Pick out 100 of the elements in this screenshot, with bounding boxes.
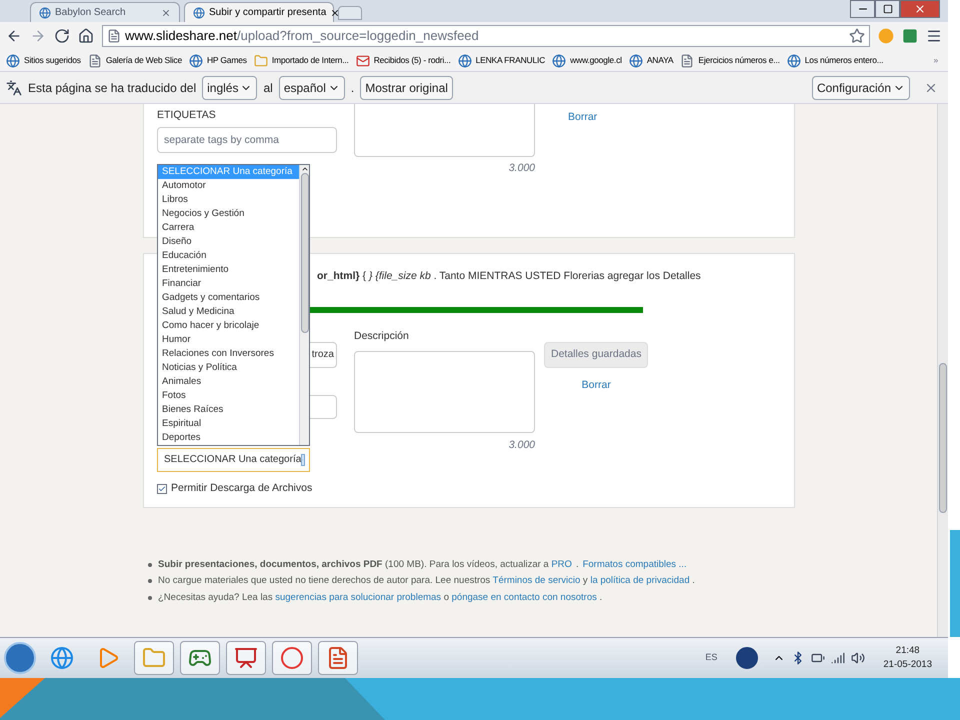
- bookmark[interactable]: HP Games: [188, 54, 247, 68]
- scrollbar-thumb[interactable]: [300, 173, 308, 333]
- close-button[interactable]: [900, 0, 940, 18]
- settings-button[interactable]: Configuración: [812, 76, 910, 100]
- reload-icon[interactable]: [54, 28, 70, 44]
- category-option[interactable]: Educación: [158, 249, 299, 263]
- category-option[interactable]: Animales: [158, 375, 299, 389]
- bullet-icon: [148, 579, 152, 584]
- tab-title: Babylon Search: [55, 6, 127, 20]
- info-text: ¿Necesitas ayuda? Lea las sugerencias para solucionar problemas o póngase en contacto con nosotros .: [158, 590, 602, 604]
- info-link[interactable]: Formatos compatibles ...: [582, 559, 687, 570]
- checkbox-label: Permitir Descarga de Archivos: [171, 480, 312, 496]
- category-option[interactable]: Libros: [158, 193, 299, 207]
- category-option[interactable]: Diseño: [158, 235, 299, 249]
- character-count: 3.000: [508, 161, 535, 176]
- address-field[interactable]: www.slideshare.net/upload?from_source=loggedin_newsfeed: [102, 25, 870, 47]
- category-select[interactable]: SELECCIONAR Una categoría: [157, 448, 310, 472]
- page-icon: [107, 29, 121, 43]
- bookmark[interactable]: Sitios sugeridos: [6, 54, 81, 68]
- battery-icon[interactable]: [811, 651, 826, 665]
- globe-icon: [6, 54, 20, 68]
- clock-time: 21:48: [896, 644, 920, 658]
- category-option[interactable]: Gadgets y comentarios: [158, 291, 299, 305]
- home-icon[interactable]: [78, 28, 94, 44]
- category-option[interactable]: Automotor: [158, 179, 299, 193]
- globe-icon: [628, 54, 643, 68]
- signal-icon[interactable]: [831, 651, 846, 665]
- star-icon[interactable]: [849, 28, 865, 44]
- translate-icon: [6, 80, 22, 96]
- bookmark[interactable]: www.google.cl: [552, 54, 622, 68]
- category-option[interactable]: Relaciones con Inversores: [158, 347, 299, 361]
- taskbar-app[interactable]: [226, 641, 266, 675]
- category-option[interactable]: Financiar: [158, 277, 299, 291]
- scroll-up-icon: [300, 165, 308, 173]
- category-option[interactable]: Espiritual: [158, 417, 299, 431]
- translate-text: al: [263, 80, 273, 96]
- bookmark[interactable]: Los números entero...: [786, 54, 884, 68]
- info-link[interactable]: la política de privacidad: [590, 575, 690, 586]
- close-icon[interactable]: [330, 8, 340, 18]
- bookmark[interactable]: ANAYA: [628, 54, 674, 68]
- folder-icon: [254, 54, 268, 68]
- tab-title: Subir y compartir presenta: [209, 6, 326, 20]
- menu-icon[interactable]: [926, 28, 942, 44]
- bullet-icon: [148, 596, 152, 600]
- maximize-button[interactable]: [875, 0, 900, 18]
- taskbar-app[interactable]: [180, 641, 220, 675]
- info-text: No cargue materiales que usted no tiene derechos de autor para. Lee nuestros Términos de servicio y la política de privacidad .: [158, 574, 695, 588]
- globe-icon: [786, 54, 801, 68]
- category-option[interactable]: Bienes Raíces: [158, 403, 299, 417]
- minimize-button[interactable]: [850, 0, 875, 18]
- category-option[interactable]: Como hacer y bricolaje: [158, 319, 299, 333]
- bookmark[interactable]: Ejercicios números e...: [680, 54, 780, 68]
- tags-field[interactable]: separate tags by comma: [157, 126, 337, 153]
- category-option[interactable]: Fotos: [158, 389, 299, 403]
- page-icon: [88, 54, 102, 68]
- browser-tab[interactable]: Babylon Search: [30, 2, 180, 22]
- translate-text: Esta página se ha traducido del: [28, 80, 196, 96]
- back-icon[interactable]: [6, 28, 22, 44]
- taskbar-app[interactable]: [272, 641, 312, 675]
- info-link[interactable]: PRO: [551, 559, 572, 570]
- bookmark[interactable]: Importado de Intern...: [254, 54, 349, 68]
- globe-icon: [50, 646, 74, 670]
- character-count: 3.000: [508, 438, 535, 452]
- show-original-button[interactable]: Mostrar original: [360, 76, 453, 100]
- bookmark[interactable]: Galería de Web Slice: [88, 54, 182, 68]
- category-option[interactable]: Negocios y Gestión: [158, 207, 299, 221]
- more-bookmarks[interactable]: »: [933, 54, 942, 67]
- clock-date: 21-05-2013: [883, 658, 932, 672]
- extension-icon[interactable]: [902, 28, 918, 44]
- language-select[interactable]: español: [278, 76, 345, 100]
- category-option[interactable]: Noticias y Política: [158, 361, 299, 375]
- language-select[interactable]: inglés: [202, 76, 258, 100]
- category-option[interactable]: Carrera: [158, 221, 299, 235]
- start-button[interactable]: [4, 642, 36, 674]
- category-option[interactable]: Entretenimiento: [158, 263, 299, 277]
- bullet-icon: [148, 563, 152, 568]
- close-icon: [914, 3, 926, 15]
- category-option[interactable]: Deportes: [158, 431, 299, 445]
- category-option[interactable]: Salud y Medicina: [158, 305, 299, 319]
- globe-icon: [39, 6, 51, 18]
- bookmark[interactable]: Recibidos (5) - rodri...: [356, 54, 451, 68]
- category-option[interactable]: Humor: [158, 333, 299, 347]
- download-checkbox[interactable]: Permitir Descarga de Archivos: [157, 480, 354, 496]
- globe-icon: [188, 54, 203, 68]
- volume-icon[interactable]: [851, 651, 866, 665]
- info-link[interactable]: póngase en contacto con nosotros: [452, 592, 597, 602]
- globe-icon: [552, 54, 566, 68]
- info-link[interactable]: Términos de servicio: [492, 575, 580, 586]
- taskbar-app[interactable]: [318, 641, 358, 675]
- folder-icon: [142, 646, 166, 670]
- bookmark[interactable]: LENKA FRANULIC: [458, 54, 546, 68]
- close-icon[interactable]: [161, 8, 171, 18]
- language-indicator[interactable]: ES: [705, 651, 718, 665]
- delete-link[interactable]: Borrar: [568, 110, 598, 126]
- info-text: Subir presentaciones, documentos, archivos PDF (100 MB). Para los vídeos, actualizar a PRO . Formatos compatibles ...: [158, 558, 687, 572]
- taskbar-app[interactable]: [134, 641, 174, 675]
- info-link[interactable]: sugerencias para solucionar problemas: [275, 592, 442, 602]
- delete-link[interactable]: Borrar: [582, 378, 611, 394]
- url-text: www.slideshare.net/upload?from_source=loggedin_newsfeed: [125, 27, 479, 46]
- upload-status: or_html} { } {file_size kb . Tanto MIENTRAS USTED Florerias agregar los Detalles: [317, 269, 702, 284]
